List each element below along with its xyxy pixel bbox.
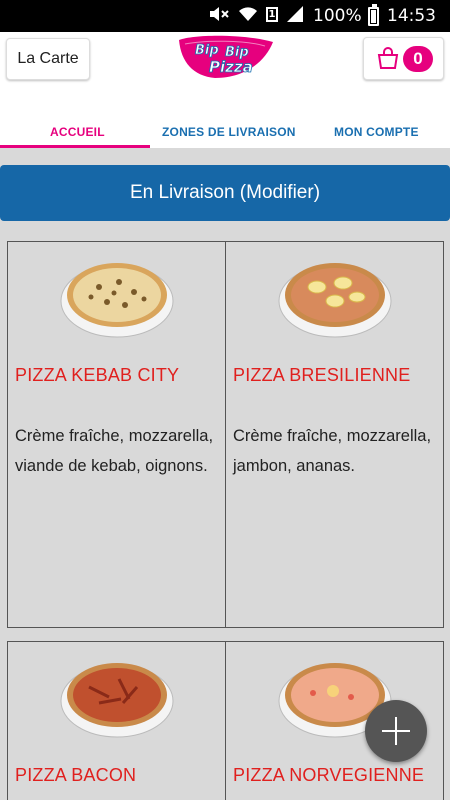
tab-accueil[interactable]: ACCUEIL <box>50 125 105 139</box>
battery-percentage: 100% <box>313 6 362 26</box>
active-tab-indicator <box>0 145 150 148</box>
tab-zones-de-livraison[interactable]: ZONES DE LIVRAISON <box>162 125 296 139</box>
svg-text:Bip: Bip <box>195 43 219 58</box>
product-name: PIZZA NORVEGIENNE <box>233 765 425 785</box>
sim-icon: 1 <box>266 6 278 22</box>
clock: 14:53 <box>387 6 436 26</box>
wifi-icon <box>239 7 257 22</box>
add-floating-button[interactable] <box>365 700 427 762</box>
cart-button[interactable]: 0 <box>363 37 444 80</box>
product-name: PIZZA BACON <box>15 765 137 785</box>
shopping-bag-icon <box>377 47 399 69</box>
product-description: Crème fraîche, mozzarella, jambon, anana… <box>233 427 432 475</box>
signal-icon <box>287 6 303 22</box>
product-name: PIZZA BRESILIENNE <box>233 365 411 385</box>
pizza-bacon-image <box>60 663 173 738</box>
la-carte-button[interactable]: La Carte <box>6 38 90 80</box>
product-description: Crème fraîche, mozzarella, viande de keb… <box>15 427 214 475</box>
app-header: La Carte Bip Bip Pizza 0 <box>0 32 450 87</box>
mute-icon <box>210 7 229 21</box>
bip-bip-pizza-logo: Bip Bip Pizza <box>179 35 273 78</box>
product-card-bacon[interactable]: PIZZA BACON <box>7 641 226 800</box>
battery-icon <box>368 4 379 26</box>
status-bar: 1 100% 14:53 <box>0 0 450 32</box>
product-name: PIZZA KEBAB CITY <box>15 365 180 385</box>
pizza-kebab-image <box>60 263 173 338</box>
svg-text:Pizza: Pizza <box>209 58 253 76</box>
delivery-mode-button[interactable]: En Livraison (Modifier) <box>0 165 450 221</box>
status-icons: 1 <box>208 5 304 23</box>
product-card-kebab-city[interactable]: PIZZA KEBAB CITY Crème fraîche, mozzarel… <box>7 241 226 628</box>
pizza-bresilienne-image <box>278 263 391 338</box>
product-card-bresilienne[interactable]: PIZZA BRESILIENNE Crème fraîche, mozzare… <box>225 241 444 628</box>
tab-mon-compte[interactable]: MON COMPTE <box>334 125 419 139</box>
cart-count-badge: 0 <box>403 46 433 72</box>
